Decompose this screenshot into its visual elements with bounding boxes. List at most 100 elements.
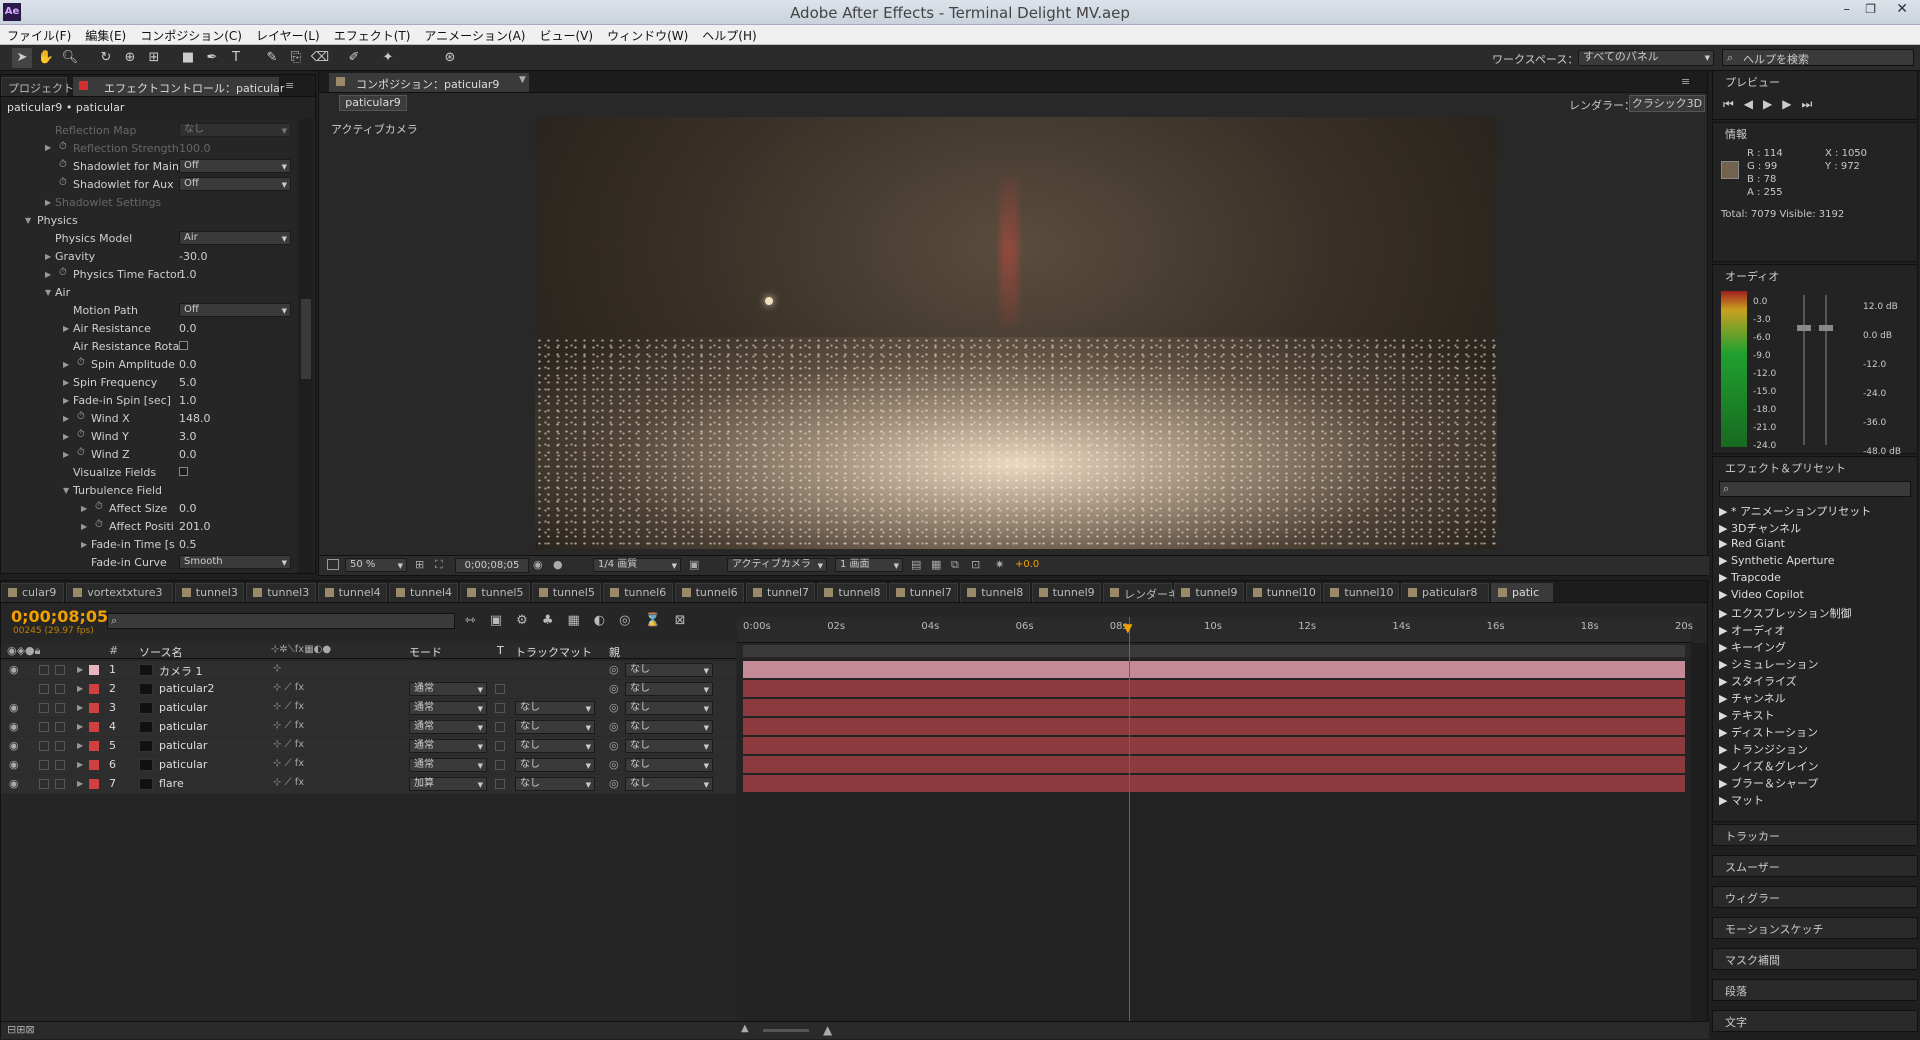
physics-model-select[interactable]: Air <box>179 231 291 245</box>
selection-tool-icon[interactable]: ➤ <box>12 48 32 68</box>
blend-mode-select[interactable]: 通常 <box>409 701 487 715</box>
workspace-select[interactable]: すべてのパネル <box>1578 50 1714 66</box>
label-color-swatch[interactable] <box>89 703 99 713</box>
tab-dropdown-icon[interactable]: ▼ <box>519 75 526 85</box>
air-resistance-value[interactable]: 0.0 <box>179 322 197 335</box>
track-matte-select[interactable]: なし <box>515 758 595 772</box>
effect-category[interactable]: ▶ ディストーション <box>1719 724 1818 740</box>
effect-category[interactable]: ▶ スタイライズ <box>1719 673 1797 689</box>
stopwatch-icon[interactable]: ⏱ <box>77 429 85 440</box>
menu-edit[interactable]: 編集(E) <box>78 25 133 46</box>
timeline-tab[interactable]: tunnel10 <box>1245 583 1322 602</box>
eye-icon[interactable]: ◉ <box>9 701 19 714</box>
solo-toggle[interactable] <box>39 779 49 789</box>
camera-orbit-tool-icon[interactable]: ⊕ <box>120 48 140 68</box>
pickwhip-icon[interactable]: ◎ <box>609 701 619 714</box>
layer-switches[interactable]: ⊹ ⟋ fx <box>273 720 304 731</box>
timeline-tab[interactable]: tunnel10 <box>1323 583 1399 602</box>
solo-toggle[interactable] <box>39 684 49 694</box>
affect-size-value[interactable]: 0.0 <box>179 502 197 515</box>
maximize-button[interactable]: ❐ <box>1865 2 1876 16</box>
parent-select[interactable]: なし <box>625 701 713 715</box>
safe-zones-icon[interactable]: ⊞ <box>415 558 424 571</box>
label-color-swatch[interactable] <box>89 665 99 675</box>
brush-tool-icon[interactable]: ✎ <box>262 48 282 68</box>
playhead[interactable] <box>1129 617 1131 1029</box>
smoother-panel[interactable]: スムーザー <box>1712 855 1918 877</box>
zoom-out-icon[interactable]: ▲ <box>741 1023 749 1034</box>
solo-toggle[interactable] <box>39 722 49 732</box>
timeline-tab[interactable]: tunnel5 <box>531 583 602 602</box>
layer-duration-bar[interactable] <box>743 718 1685 735</box>
pickwhip-icon[interactable]: ◎ <box>609 777 619 790</box>
timeline-tab[interactable]: tunnel7 <box>746 583 816 602</box>
layer-duration-bar[interactable] <box>743 661 1685 678</box>
lock-toggle[interactable] <box>55 741 65 751</box>
layer-switches[interactable]: ⊹ ⟋ fx <box>273 758 304 769</box>
preserve-transparency-toggle[interactable] <box>495 741 505 751</box>
group-physics[interactable]: Physics <box>37 214 78 227</box>
fullscreen-icon[interactable]: ⛶ <box>435 558 443 572</box>
hand-tool-icon[interactable]: ✋ <box>36 48 56 68</box>
layer-name[interactable]: paticular <box>159 701 207 714</box>
work-area-bar[interactable] <box>743 645 1685 657</box>
preview-transport-controls[interactable]: ⏮◀▶▶︎⏭ <box>1723 97 1822 112</box>
tab-project[interactable]: プロジェクト <box>1 77 74 96</box>
timeline-timecode[interactable]: 0;00;08;05 <box>11 607 108 626</box>
layer-switches[interactable]: ⊹ ⟋ fx <box>273 701 304 712</box>
menu-composition[interactable]: コンポジション(C) <box>133 25 249 46</box>
layer-row[interactable]: ◉ ▶ 1 カメラ 1 ⊹ ◎ なし <box>1 661 736 680</box>
layer-switches[interactable]: ⊹ ⟋ fx <box>273 739 304 750</box>
effect-category[interactable]: ▶ ノイズ＆グレイン <box>1719 758 1819 774</box>
layer-row[interactable]: ▶ 2 paticular2 ⊹ ⟋ fx 通常 ◎ なし <box>1 680 736 699</box>
label-color-swatch[interactable] <box>89 760 99 770</box>
timeline-tab[interactable]: patic <box>1491 583 1553 602</box>
label-color-swatch[interactable] <box>89 722 99 732</box>
effect-category[interactable]: ▶ テキスト <box>1719 707 1775 723</box>
puppet-pin-tool-icon[interactable]: ✦ <box>378 48 398 68</box>
clone-stamp-tool-icon[interactable]: ⎘ <box>286 48 306 68</box>
exposure-icon[interactable]: ✷ <box>995 558 1004 571</box>
pen-tool-icon[interactable]: ✒ <box>202 48 222 68</box>
spin-frequency-value[interactable]: 5.0 <box>179 376 197 389</box>
menu-help[interactable]: ヘルプ(H) <box>695 25 763 46</box>
timeline-tab[interactable]: tunnel4 <box>317 583 387 602</box>
fade-in-spin-value[interactable]: 1.0 <box>179 394 197 407</box>
layer-duration-bar[interactable] <box>743 737 1685 754</box>
menu-file[interactable]: ファイル(F) <box>0 25 78 46</box>
wiggler-panel[interactable]: ウィグラー <box>1712 886 1918 908</box>
comp-timecode[interactable]: 0;00;08;05 <box>455 558 529 573</box>
prop-shadowlet-settings[interactable]: Shadowlet Settings <box>55 196 161 209</box>
parent-header[interactable]: 親 <box>609 644 620 660</box>
pickwhip-icon[interactable]: ◎ <box>609 758 619 771</box>
menu-effect[interactable]: エフェクト(T) <box>327 25 418 46</box>
timeline-tab[interactable]: tunnel6 <box>674 583 744 602</box>
layer-row[interactable]: ◉ ▶ 5 paticular ⊹ ⟋ fx 通常 なし ◎ なし <box>1 737 736 756</box>
timeline-tab[interactable]: vortextxture3 <box>66 583 173 602</box>
effect-category[interactable]: ▶ トランジション <box>1719 741 1808 757</box>
stopwatch-icon[interactable]: ⏱ <box>59 267 67 278</box>
air-resistance-rotation-checkbox[interactable] <box>179 341 188 350</box>
solo-toggle[interactable] <box>39 665 49 675</box>
lock-toggle[interactable] <box>55 684 65 694</box>
lock-toggle[interactable] <box>55 703 65 713</box>
parent-select[interactable]: なし <box>625 758 713 772</box>
spin-amplitude-value[interactable]: 0.0 <box>179 358 197 371</box>
layer-duration-bar[interactable] <box>743 680 1685 697</box>
track-matte-select[interactable]: なし <box>515 720 595 734</box>
timeline-tab[interactable]: tunnel8 <box>960 583 1030 602</box>
text-tool-icon[interactable]: T <box>226 48 246 68</box>
minimize-button[interactable]: – <box>1844 2 1851 17</box>
timeline-icon[interactable]: ⧉ <box>951 558 959 572</box>
preserve-transparency-toggle[interactable] <box>495 779 505 789</box>
resolution-select[interactable]: 1/4 画質 <box>593 558 681 572</box>
blend-mode-select[interactable]: 加算 <box>409 777 487 791</box>
tab-composition[interactable]: コンポジション：paticular9 <box>329 73 529 92</box>
track-matte-select[interactable]: なし <box>515 701 595 715</box>
layer-row[interactable]: ◉ ▶ 3 paticular ⊹ ⟋ fx 通常 なし ◎ なし <box>1 699 736 718</box>
blend-mode-select[interactable]: 通常 <box>409 758 487 772</box>
timeline-tab[interactable]: cular9 <box>1 583 65 602</box>
expand-arrow-icon[interactable]: ▶ <box>77 665 83 674</box>
zoom-tool-icon[interactable]: 🔍︎ <box>60 48 80 68</box>
layer-duration-bar[interactable] <box>743 756 1685 773</box>
